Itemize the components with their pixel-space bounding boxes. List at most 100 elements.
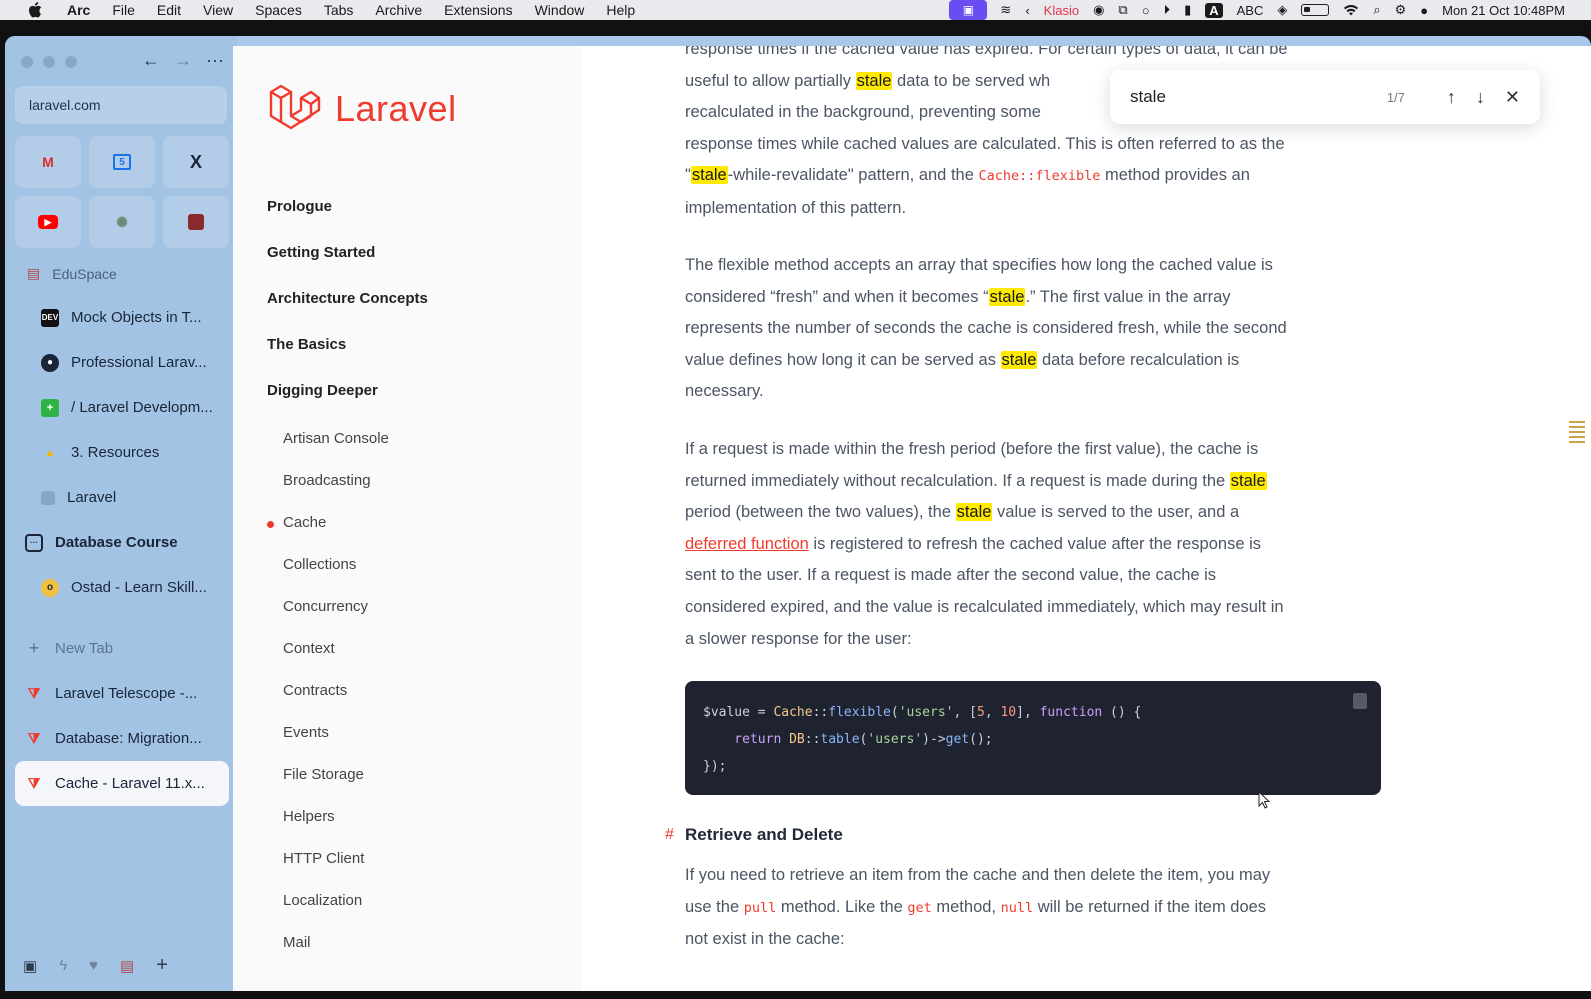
tab-item[interactable]: DEV Mock Objects in T... [15,295,229,340]
nav-item-collections[interactable]: Collections [283,556,356,573]
nav-section-prologue[interactable]: Prologue [267,198,332,215]
layers-icon[interactable]: ≋ [1000,2,1011,18]
text-line: returned immediately without recalculati… [685,471,1267,490]
space-title[interactable]: ▤ EduSpace [27,265,117,282]
nav-section-basics[interactable]: The Basics [267,336,346,353]
siri-icon[interactable]: ● [1420,3,1428,18]
menu-view[interactable]: View [203,2,233,18]
nav-item-localization[interactable]: Localization [283,892,362,909]
text-line: response times if the cached value has e… [685,46,1288,58]
menu-datetime[interactable]: Mon 21 Oct 10:48PM [1442,3,1565,18]
nav-section-getting-started[interactable]: Getting Started [267,244,375,261]
nav-item-context[interactable]: Context [283,640,335,657]
screen-record-icon[interactable]: ▣ [949,0,988,20]
heading-anchor[interactable]: # [665,819,674,851]
favorite-youtube[interactable]: ▶ [15,196,81,248]
tab-title: / Laravel Developm... [71,399,213,416]
heart-icon[interactable]: ♥ [89,957,98,974]
space-switcher-icon[interactable]: ▤ [120,957,134,975]
klasio-label[interactable]: Klasio [1044,3,1079,18]
nav-item-broadcasting[interactable]: Broadcasting [283,472,371,489]
menu-file[interactable]: File [112,2,135,18]
favorite-x[interactable]: X [163,136,229,188]
previous-match-arrow-icon[interactable]: ↑ [1447,87,1456,108]
archive-icon[interactable]: ▣ [23,957,37,975]
menu-help[interactable]: Help [606,2,635,18]
more-options-icon[interactable]: ··· [206,50,224,71]
control-center-icon[interactable]: ⚙ [1395,2,1407,18]
close-window-button[interactable] [21,56,33,68]
battery-icon[interactable] [1301,4,1330,16]
back-arrow-icon[interactable]: ← [142,50,160,71]
forward-arrow-icon[interactable]: → [174,50,192,71]
nav-item-http-client[interactable]: HTTP Client [283,850,364,867]
menu-archive[interactable]: Archive [375,2,422,18]
wifi-icon[interactable] [1343,4,1359,16]
nav-item-contracts[interactable]: Contracts [283,682,347,699]
nav-item-events[interactable]: Events [283,724,329,741]
new-tab-button[interactable]: + New Tab [15,626,229,671]
laravel-icon: ⧩ [27,685,41,701]
menu-edit[interactable]: Edit [157,2,181,18]
nav-section-architecture[interactable]: Architecture Concepts [267,290,428,307]
folder-database-course[interactable]: ··· Database Course [15,520,229,565]
nav-item-artisan-console[interactable]: Artisan Console [283,430,389,447]
tab-item[interactable]: ● Professional Larav... [15,340,229,385]
laravel-logo[interactable]: Laravel [267,82,457,136]
copy-icon[interactable] [1353,693,1367,709]
apple-icon[interactable] [26,1,44,19]
play-icon[interactable]: ⏵ [1164,2,1171,18]
tab-item[interactable]: + / Laravel Developm... [15,385,229,430]
paragraph: If you need to retrieve an item from the… [685,860,1385,956]
nav-item-concurrency[interactable]: Concurrency [283,598,368,615]
tab-title: Database: Migration... [55,730,202,747]
favorite-chatgpt[interactable]: ✺ [89,196,155,248]
add-space-icon[interactable]: + [156,954,168,977]
favorite-gmail[interactable]: M [15,136,81,188]
tab-item[interactable]: ⧩ Laravel Telescope -... [15,671,229,716]
next-match-arrow-icon[interactable]: ↓ [1476,87,1485,108]
input-source-icon[interactable]: A [1205,2,1223,18]
tab-item-active[interactable]: ⧩ Cache - Laravel 11.x... [15,761,229,806]
input-source-label[interactable]: ABC [1237,3,1264,18]
menu-window[interactable]: Window [535,2,585,18]
circle-icon[interactable]: ○ [1142,3,1150,18]
nav-item-helpers[interactable]: Helpers [283,808,335,825]
tab-item[interactable]: Laravel [15,475,229,520]
favorite-app[interactable] [163,196,229,248]
close-icon[interactable]: ✕ [1505,87,1520,108]
menu-spaces[interactable]: Spaces [255,2,302,18]
favorite-calendar[interactable]: 5 [89,136,155,188]
tab-title: Professional Larav... [71,354,207,371]
nav-item-cache[interactable]: Cache [266,514,326,531]
browser-window: ← → ··· laravel.com M 5 X ▶ ✺ ▤ EduSpace… [5,36,1591,991]
stack-icon[interactable]: ⧉ [1118,2,1127,18]
nav-section-digging-deeper[interactable]: Digging Deeper [267,382,378,399]
minimize-window-button[interactable] [43,56,55,68]
find-input[interactable]: stale [1130,87,1387,107]
code-line: $value = Cache::flexible('users', [5, 10… [703,705,1142,720]
shield-icon[interactable]: ◈ [1277,2,1287,18]
nav-item-mail[interactable]: Mail [283,934,311,951]
scroll-match-markers[interactable] [1569,421,1585,447]
zoom-window-button[interactable] [65,56,77,68]
tab-item[interactable]: ⧩ Database: Migration... [15,716,229,761]
folder-icon: ··· [25,533,43,552]
text-line: considered “fresh” and when it becomes “… [685,287,1231,306]
books-icon: ▤ [27,265,41,281]
tab-item[interactable]: ▲ 3. Resources [15,430,229,475]
device-icon[interactable]: ▮ [1184,2,1191,18]
menu-app-name[interactable]: Arc [67,2,90,18]
menu-extensions[interactable]: Extensions [444,2,512,18]
tab-item[interactable]: o Ostad - Learn Skill... [15,565,229,610]
menu-tabs[interactable]: Tabs [324,2,354,18]
nav-item-file-storage[interactable]: File Storage [283,766,364,783]
search-icon[interactable]: ⌕ [1373,2,1380,18]
find-in-page-bar: stale 1/7 ↑ ↓ ✕ [1110,70,1540,124]
record-circle-icon[interactable]: ◉ [1093,2,1104,18]
chevron-left-icon[interactable]: ‹ [1025,3,1029,18]
url-bar[interactable]: laravel.com [15,86,227,124]
space-title-label: EduSpace [52,265,117,282]
bolt-icon[interactable]: ϟ [59,957,67,974]
deferred-function-link[interactable]: deferred function [685,535,809,553]
